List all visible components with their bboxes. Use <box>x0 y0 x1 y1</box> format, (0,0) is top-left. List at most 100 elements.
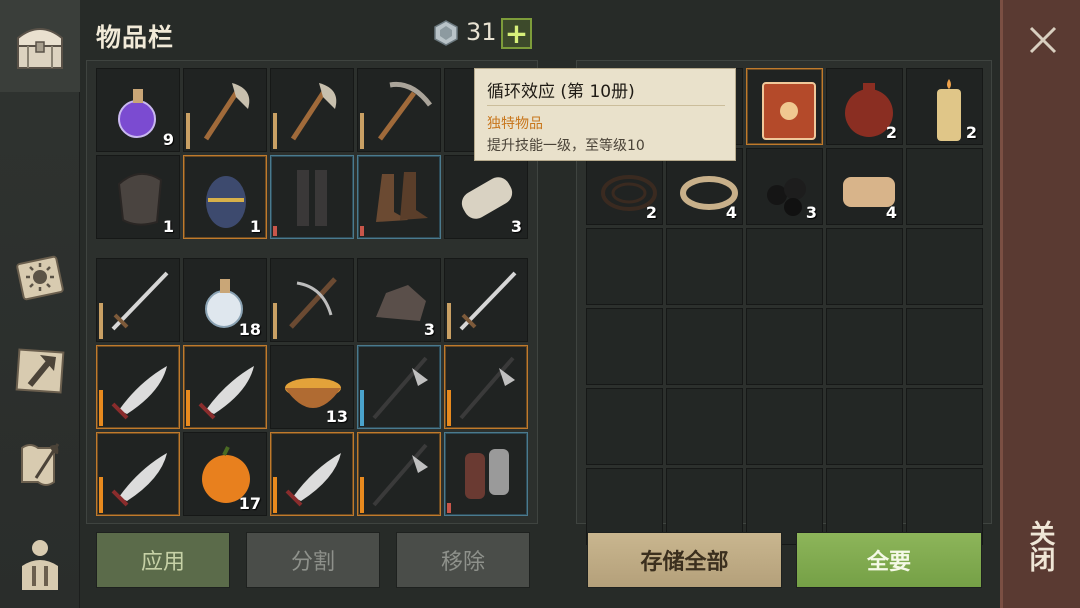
gem-currency-icon <box>434 20 458 46</box>
inventory-slot[interactable] <box>357 432 441 516</box>
durability-bar <box>273 477 277 513</box>
durability-bar <box>273 226 277 236</box>
recipes-tab[interactable] <box>0 418 80 510</box>
storage-slot[interactable]: 2 <box>906 68 983 145</box>
inventory-slot[interactable]: 9 <box>96 68 180 152</box>
item-count: 9 <box>162 130 174 149</box>
inventory-slot[interactable] <box>270 258 354 342</box>
storage-slot[interactable] <box>746 308 823 385</box>
storage-slot[interactable] <box>746 388 823 465</box>
close-panel[interactable]: 关闭 <box>1000 0 1080 608</box>
close-icon[interactable] <box>1025 22 1061 58</box>
sidebar <box>0 0 80 608</box>
durability-bar <box>360 226 364 236</box>
storage-slot[interactable] <box>586 228 663 305</box>
inventory-slot[interactable]: 3 <box>357 258 441 342</box>
item-count: 4 <box>885 203 897 222</box>
inventory-slot[interactable]: 1 <box>183 155 267 239</box>
close-label[interactable]: 关闭 <box>1025 520 1059 572</box>
item-count: 1 <box>162 217 174 236</box>
durability-bar <box>447 503 451 513</box>
item-count: 2 <box>645 203 657 222</box>
inventory-slot[interactable] <box>444 432 528 516</box>
inventory-slot[interactable]: 13 <box>270 345 354 429</box>
inventory-slot[interactable] <box>96 432 180 516</box>
item-count: 1 <box>249 217 261 236</box>
storage-slot[interactable] <box>746 228 823 305</box>
scroll-quill-icon <box>21 443 60 486</box>
item-count: 18 <box>238 320 261 339</box>
durability-bar <box>447 390 451 426</box>
storage-slot[interactable] <box>906 228 983 305</box>
storage-slot[interactable] <box>746 68 823 145</box>
durability-bar <box>99 303 103 339</box>
inventory-grid-bottom: 18 3 13 17 <box>96 258 528 516</box>
durability-bar <box>99 477 103 513</box>
storage-slot[interactable] <box>586 388 663 465</box>
storage-slot[interactable] <box>666 388 743 465</box>
durability-bar <box>447 303 451 339</box>
inventory-slot[interactable] <box>357 68 441 152</box>
inventory-slot[interactable]: 3 <box>444 155 528 239</box>
storage-slot[interactable] <box>586 308 663 385</box>
item-count: 2 <box>965 123 977 142</box>
inventory-slot[interactable] <box>444 345 528 429</box>
inventory-slot[interactable] <box>96 258 180 342</box>
craft-tab[interactable] <box>0 325 80 417</box>
inventory-slot[interactable]: 17 <box>183 432 267 516</box>
storage-slot[interactable] <box>906 388 983 465</box>
inventory-slot[interactable] <box>270 155 354 239</box>
page-title: 物品栏 <box>96 23 175 52</box>
storage-slot[interactable] <box>906 148 983 225</box>
character-tab[interactable] <box>0 516 80 608</box>
store-all-button[interactable]: 存储全部 <box>587 532 782 588</box>
hammer-icon <box>15 348 65 394</box>
item-count: 3 <box>805 203 817 222</box>
book-tab[interactable] <box>0 232 80 324</box>
inventory-slot[interactable] <box>357 345 441 429</box>
durability-bar <box>273 303 277 339</box>
item-count: 4 <box>725 203 737 222</box>
character-icon <box>22 540 58 590</box>
storage-slot[interactable]: 4 <box>826 148 903 225</box>
inventory-slot[interactable] <box>96 345 180 429</box>
inventory-slot[interactable] <box>444 258 528 342</box>
item-count: 3 <box>423 320 435 339</box>
item-count: 2 <box>885 123 897 142</box>
apply-button[interactable]: 应用 <box>96 532 230 588</box>
inventory-slot[interactable]: 18 <box>183 258 267 342</box>
take-all-button[interactable]: 全要 <box>796 532 982 588</box>
tooltip-description: 提升技能一级，至等级10 <box>487 138 645 154</box>
item-count: 3 <box>510 217 522 236</box>
chest-icon <box>17 28 63 69</box>
item-count: 13 <box>325 407 348 426</box>
storage-slot[interactable] <box>906 308 983 385</box>
storage-slot[interactable]: 3 <box>746 148 823 225</box>
item-tooltip: 循环效应 (第 10册) 独特物品 提升技能一级，至等级10 <box>474 68 736 161</box>
storage-slot[interactable] <box>666 228 743 305</box>
inventory-slot[interactable] <box>183 68 267 152</box>
durability-bar <box>360 113 364 149</box>
chest-tab[interactable] <box>0 0 80 92</box>
storage-slot[interactable]: 2 <box>826 68 903 145</box>
tooltip-rarity: 独特物品 <box>487 116 543 132</box>
inventory-slot[interactable] <box>270 68 354 152</box>
remove-button[interactable]: 移除 <box>396 532 530 588</box>
add-currency-button[interactable]: + <box>501 18 532 49</box>
storage-slot[interactable] <box>666 308 743 385</box>
inventory-slot[interactable] <box>270 432 354 516</box>
storage-slot[interactable] <box>826 308 903 385</box>
durability-bar <box>273 113 277 149</box>
storage-slot[interactable] <box>826 388 903 465</box>
durability-bar <box>360 390 364 426</box>
tooltip-title: 循环效应 (第 10册) <box>487 82 635 102</box>
inventory-slot[interactable] <box>183 345 267 429</box>
tooltip-divider <box>487 105 725 106</box>
durability-bar <box>360 477 364 513</box>
inventory-slot[interactable] <box>357 155 441 239</box>
storage-slot[interactable] <box>826 228 903 305</box>
durability-bar <box>186 113 190 149</box>
split-button[interactable]: 分割 <box>246 532 380 588</box>
sun-book-icon <box>16 255 64 301</box>
inventory-slot[interactable]: 1 <box>96 155 180 239</box>
